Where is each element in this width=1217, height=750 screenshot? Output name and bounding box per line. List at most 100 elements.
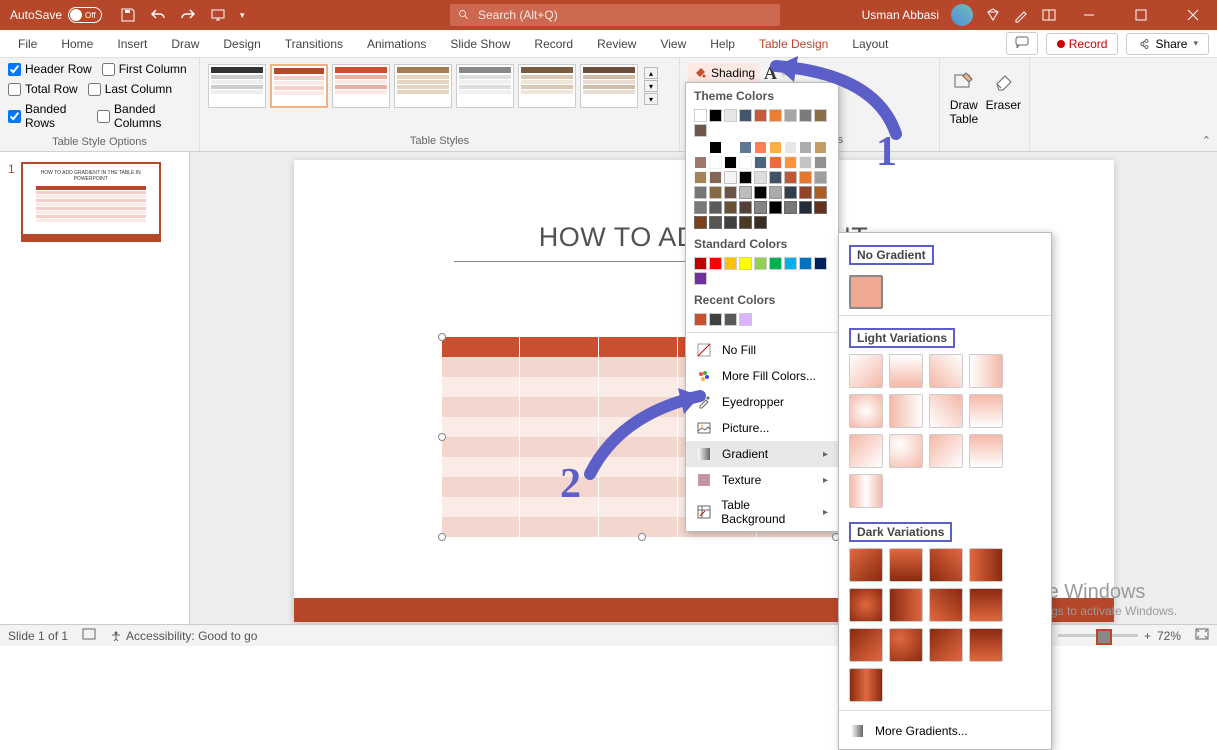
color-swatch[interactable] (694, 141, 707, 154)
fit-to-window-icon[interactable] (1195, 628, 1209, 643)
window-layout-icon[interactable] (1041, 7, 1057, 23)
color-swatch[interactable] (694, 156, 707, 169)
save-icon[interactable] (120, 7, 136, 23)
color-swatch[interactable] (799, 141, 812, 154)
zoom-slider[interactable] (1058, 634, 1138, 637)
gradient-swatch[interactable] (889, 434, 923, 468)
shading-button[interactable]: Shading (688, 63, 760, 83)
gradient-swatch[interactable] (849, 548, 883, 582)
color-swatch[interactable] (694, 109, 707, 122)
collapse-ribbon-icon[interactable]: ⌃ (1202, 134, 1211, 147)
color-swatch[interactable] (769, 257, 782, 270)
color-swatch[interactable] (724, 257, 737, 270)
notes-icon[interactable] (82, 628, 96, 643)
color-swatch[interactable] (769, 171, 782, 184)
tab-animations[interactable]: Animations (355, 30, 438, 58)
gradient-swatch[interactable] (929, 354, 963, 388)
chk-header-row[interactable]: Header Row (8, 62, 92, 76)
minimize-button[interactable] (1069, 0, 1109, 30)
slideshow-start-icon[interactable] (210, 7, 226, 23)
gradient-swatch[interactable] (849, 394, 883, 428)
color-swatch[interactable] (739, 201, 752, 214)
zoom-in-icon[interactable]: + (1144, 629, 1151, 643)
color-swatch[interactable] (754, 216, 767, 229)
color-swatch[interactable] (754, 171, 767, 184)
selection-handle[interactable] (438, 433, 446, 441)
color-swatch[interactable] (754, 141, 767, 154)
picture-item[interactable]: Picture... (686, 415, 838, 441)
gradient-swatch[interactable] (929, 434, 963, 468)
accessibility-status[interactable]: Accessibility: Good to go (110, 629, 257, 643)
gallery-scroll[interactable]: ▴▾▾ (644, 64, 658, 108)
color-swatch[interactable] (709, 201, 722, 214)
selection-handle[interactable] (638, 533, 646, 541)
chk-banded-columns[interactable]: Banded Columns (97, 102, 191, 130)
gradient-swatch[interactable] (889, 628, 923, 662)
color-swatch[interactable] (694, 257, 707, 270)
gradient-swatch[interactable] (969, 354, 1003, 388)
chk-banded-rows[interactable]: Banded Rows (8, 102, 87, 130)
color-swatch[interactable] (769, 141, 782, 154)
color-swatch[interactable] (784, 109, 797, 122)
gradient-swatch[interactable] (969, 588, 1003, 622)
color-swatch[interactable] (709, 313, 722, 326)
color-swatch[interactable] (814, 171, 827, 184)
draw-table-button[interactable]: Draw Table (948, 68, 980, 126)
table-style-swatch[interactable] (208, 64, 266, 108)
tab-table-design[interactable]: Table Design (747, 30, 840, 58)
slide-thumbnail[interactable]: HOW TO ADD GRADIENT IN THE TABLE IN POWE… (21, 162, 161, 242)
quick-styles-icon[interactable]: A (764, 63, 777, 84)
tab-layout[interactable]: Layout (840, 30, 900, 58)
color-swatch[interactable] (784, 257, 797, 270)
color-swatch[interactable] (784, 171, 797, 184)
share-button[interactable]: Share▾ (1126, 33, 1209, 55)
table-style-swatch[interactable] (456, 64, 514, 108)
gradient-swatch[interactable] (889, 394, 923, 428)
texture-item[interactable]: Texture▸ (686, 467, 838, 493)
color-swatch[interactable] (769, 109, 782, 122)
color-swatch[interactable] (739, 313, 752, 326)
tab-view[interactable]: View (648, 30, 698, 58)
close-button[interactable] (1173, 0, 1213, 30)
table-style-swatch[interactable] (518, 64, 576, 108)
gradient-swatch[interactable] (929, 548, 963, 582)
selection-handle[interactable] (438, 333, 446, 341)
no-gradient-swatch[interactable] (849, 275, 883, 309)
color-swatch[interactable] (814, 156, 827, 169)
color-swatch[interactable] (709, 109, 722, 122)
selection-handle[interactable] (438, 533, 446, 541)
tab-design[interactable]: Design (211, 30, 272, 58)
gradient-swatch[interactable] (849, 628, 883, 662)
table-style-swatch[interactable] (332, 64, 390, 108)
color-swatch[interactable] (709, 141, 722, 154)
qat-dropdown-icon[interactable]: ▾ (240, 10, 245, 21)
color-swatch[interactable] (739, 156, 752, 169)
color-swatch[interactable] (709, 216, 722, 229)
eyedropper-item[interactable]: Eyedropper (686, 389, 838, 415)
gradient-swatch[interactable] (969, 548, 1003, 582)
color-swatch[interactable] (709, 171, 722, 184)
color-swatch[interactable] (769, 201, 782, 214)
color-swatch[interactable] (724, 141, 737, 154)
gradient-swatch[interactable] (889, 354, 923, 388)
color-swatch[interactable] (724, 216, 737, 229)
color-swatch[interactable] (784, 186, 797, 199)
color-swatch[interactable] (799, 109, 812, 122)
color-swatch[interactable] (784, 141, 797, 154)
color-swatch[interactable] (814, 201, 827, 214)
color-swatch[interactable] (784, 201, 797, 214)
chk-first-column[interactable]: First Column (102, 62, 187, 76)
color-swatch[interactable] (754, 201, 767, 214)
gradient-swatch[interactable] (849, 668, 883, 702)
redo-icon[interactable] (180, 7, 196, 23)
color-swatch[interactable] (814, 186, 827, 199)
color-swatch[interactable] (814, 141, 827, 154)
text-fill-dropdown[interactable]: ▾ (781, 66, 787, 80)
tab-help[interactable]: Help (698, 30, 747, 58)
gradient-swatch[interactable] (929, 628, 963, 662)
search-input[interactable]: Search (Alt+Q) (450, 4, 780, 26)
chk-total-row[interactable]: Total Row (8, 82, 78, 96)
gradient-item[interactable]: Gradient▸ (686, 441, 838, 467)
table-style-swatch[interactable] (394, 64, 452, 108)
zoom-control[interactable]: − + 72% (1045, 629, 1181, 643)
